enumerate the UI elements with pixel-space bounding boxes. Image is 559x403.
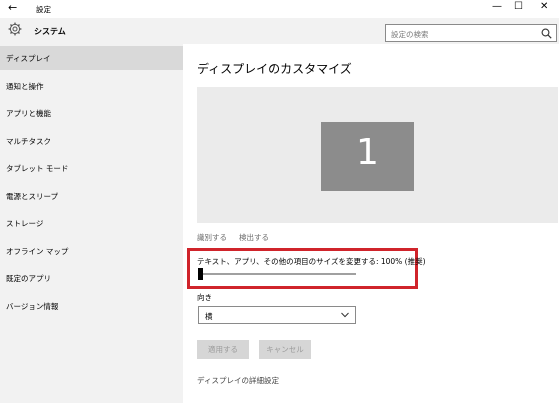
scale-label: テキスト、アプリ、その他の項目のサイズを変更する: 100% (推奨): [197, 257, 426, 266]
sidebar-item-label: 通知と操作: [6, 82, 44, 91]
scale-slider-track[interactable]: [198, 273, 356, 275]
sidebar-item-display[interactable]: ディスプレイ: [0, 46, 183, 70]
sidebar-item-about[interactable]: バージョン情報: [0, 294, 183, 318]
search-input[interactable]: 設定の検索: [385, 24, 557, 42]
advanced-display-settings-link[interactable]: ディスプレイの詳細設定: [197, 375, 279, 386]
search-placeholder: 設定の検索: [391, 30, 429, 39]
sidebar-title: システム: [34, 27, 66, 36]
sidebar-item-storage[interactable]: ストレージ: [0, 211, 183, 235]
search-icon[interactable]: [541, 28, 552, 39]
sidebar-item-label: バージョン情報: [6, 302, 59, 311]
monitor-number: 1: [356, 132, 379, 173]
close-icon[interactable]: ✕: [540, 1, 548, 12]
title-bar: ← 設定 — ☐ ✕: [0, 0, 559, 18]
gear-icon: [8, 22, 22, 36]
back-arrow-icon[interactable]: ←: [8, 1, 17, 14]
sidebar-item-label: ストレージ: [6, 219, 44, 228]
sidebar-header: システム: [0, 18, 183, 44]
identify-link[interactable]: 識別する: [197, 232, 227, 243]
sidebar-item-label: オフライン マップ: [6, 247, 69, 256]
chevron-down-icon: [341, 312, 349, 318]
apply-button[interactable]: 適用する: [197, 340, 249, 359]
sidebar-item-power-sleep[interactable]: 電源とスリープ: [0, 184, 183, 208]
sidebar-item-label: 既定のアプリ: [6, 274, 51, 283]
sidebar-item-tablet-mode[interactable]: タブレット モード: [0, 156, 183, 180]
maximize-icon[interactable]: ☐: [514, 1, 523, 12]
orientation-label: 向き: [197, 293, 212, 302]
sidebar-item-label: 電源とスリープ: [6, 192, 59, 201]
sidebar-item-apps[interactable]: アプリと機能: [0, 101, 183, 125]
sidebar-item-multitasking[interactable]: マルチタスク: [0, 129, 183, 153]
monitor-arrangement-area: 1: [197, 87, 558, 223]
orientation-value: 横: [205, 312, 213, 321]
monitor-tile[interactable]: 1: [321, 122, 414, 191]
minimize-icon[interactable]: —: [492, 1, 502, 12]
page-title: ディスプレイのカスタマイズ: [197, 62, 352, 76]
sidebar-item-label: アプリと機能: [6, 109, 51, 118]
sidebar-item-notifications[interactable]: 通知と操作: [0, 74, 183, 98]
window-title: 設定: [36, 5, 51, 14]
sidebar-item-label: ディスプレイ: [6, 54, 51, 63]
highlight-box: [187, 248, 418, 289]
sidebar: システム ディスプレイ 通知と操作 アプリと機能 マルチタスク タブレット モー…: [0, 18, 183, 403]
sidebar-item-label: マルチタスク: [6, 137, 51, 146]
detect-link[interactable]: 検出する: [239, 232, 269, 243]
scale-slider-thumb[interactable]: [198, 268, 203, 280]
orientation-select[interactable]: 横: [198, 306, 356, 324]
cancel-button[interactable]: キャンセル: [259, 340, 311, 359]
sidebar-item-offline-maps[interactable]: オフライン マップ: [0, 239, 183, 263]
sidebar-item-default-apps[interactable]: 既定のアプリ: [0, 266, 183, 290]
sidebar-item-label: タブレット モード: [6, 164, 69, 173]
